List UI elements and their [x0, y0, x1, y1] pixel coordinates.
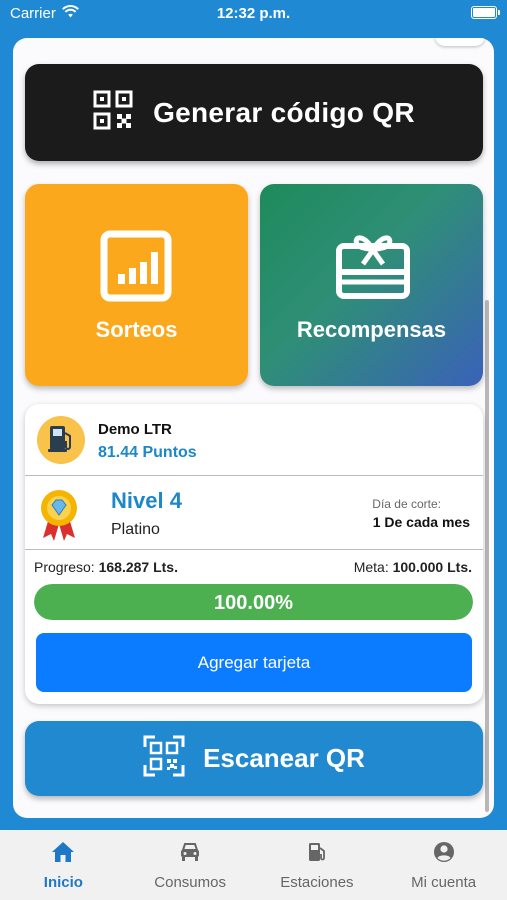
goal-label: Meta: [353, 559, 389, 575]
fuel-pump-icon [306, 841, 328, 867]
tab-mi-cuenta[interactable]: Mi cuenta [380, 830, 507, 900]
account-icon [433, 841, 455, 867]
home-icon [51, 841, 75, 867]
add-card-label: Agregar tarjeta [197, 652, 311, 672]
divider [25, 549, 483, 550]
tab-label: Consumos [154, 874, 226, 891]
scan-qr-button[interactable]: Escanear QR [25, 721, 483, 796]
progress-value: 168.287 Lts. [98, 559, 178, 575]
status-bar: Carrier 12:32 p.m. [0, 0, 507, 30]
level-title: Nivel 4 [111, 488, 182, 513]
fuel-pump-icon [47, 423, 75, 458]
battery-icon [471, 6, 500, 19]
tab-label: Mi cuenta [411, 874, 477, 891]
chart-icon [100, 230, 172, 307]
points-value: 81.44 Puntos [98, 444, 197, 461]
status-time: 12:32 p.m. [216, 5, 291, 22]
scrollbar[interactable] [485, 300, 489, 812]
recompensas-tile[interactable]: Recompensas [260, 184, 483, 386]
recompensas-label: Recompensas [296, 317, 447, 342]
sheet-top-tab [435, 38, 485, 46]
medal-icon [39, 488, 79, 547]
tab-label: Inicio [43, 874, 83, 891]
tab-label: Estaciones [280, 874, 354, 891]
scan-qr-label: Escanear QR [203, 743, 365, 773]
car-icon [179, 841, 201, 867]
sorteos-tile[interactable]: Sorteos [25, 184, 248, 386]
progress-bar: 100.00% [34, 584, 473, 620]
goal-value: 100.000 Lts. [392, 559, 472, 575]
account-card: Demo LTR 81.44 Puntos Nivel 4 Platino Dí… [25, 404, 483, 704]
tab-inicio[interactable]: Inicio [0, 830, 127, 900]
gift-card-icon [335, 230, 411, 307]
generate-qr-button[interactable]: Generar código QR [25, 64, 483, 161]
qr-scan-icon [143, 735, 185, 782]
qr-code-icon [93, 90, 133, 135]
add-card-button[interactable]: Agregar tarjeta [36, 633, 472, 692]
sorteos-label: Sorteos [95, 317, 178, 342]
progress-percent: 100.00% [214, 592, 293, 614]
user-name: Demo LTR [98, 421, 172, 438]
tab-estaciones[interactable]: Estaciones [254, 830, 381, 900]
progress-info: Progreso: 168.287 Lts. [34, 559, 178, 575]
tab-bar: Inicio Consumos Estaciones Mi cuenta [0, 830, 507, 900]
progress-label: Progreso: [34, 559, 95, 575]
level-name: Platino [111, 521, 160, 538]
avatar [37, 416, 85, 464]
goal-info: Meta: 100.000 Lts. [354, 559, 472, 575]
tab-consumos[interactable]: Consumos [127, 830, 254, 900]
cut-date-value: 1 De cada mes [372, 514, 470, 530]
generate-qr-label: Generar código QR [153, 96, 415, 128]
cut-date-label: Día de corte: [372, 497, 441, 511]
divider [25, 475, 483, 476]
